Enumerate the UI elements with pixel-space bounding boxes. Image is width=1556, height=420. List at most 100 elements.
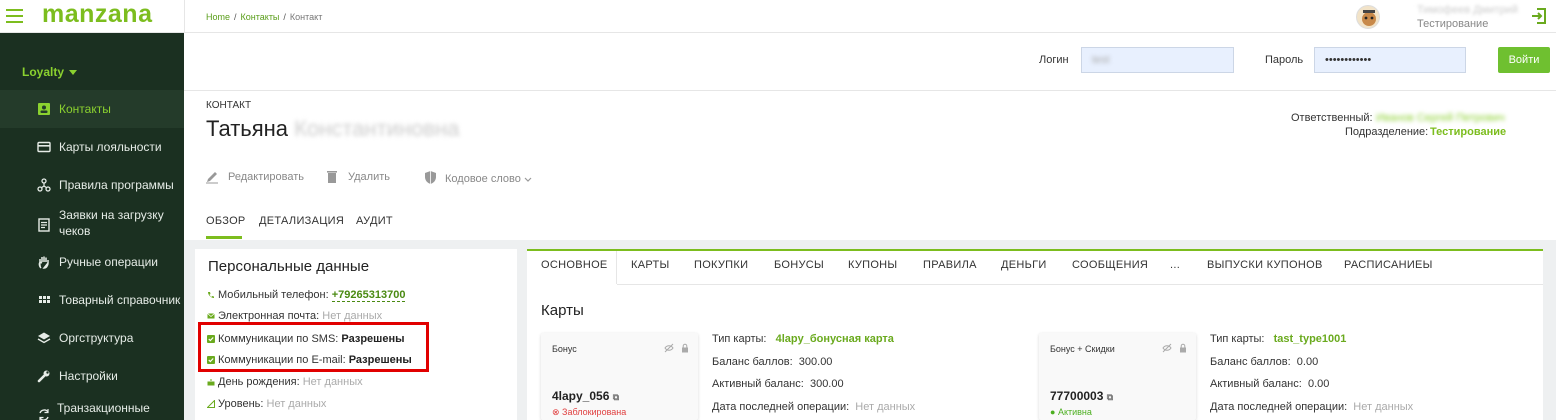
hamburger-menu-icon[interactable]	[6, 9, 23, 23]
breadcrumb-current: Контакт	[289, 12, 323, 22]
card-type-row: Тип карты: 4lapy_бонусная карта	[712, 333, 894, 345]
tab-messages[interactable]: СООБЩЕНИЯ	[1072, 259, 1148, 271]
level-row: Уровень: Нет данных	[207, 398, 326, 410]
password-input[interactable]: ••••••••••••	[1314, 47, 1466, 73]
receipt-icon	[38, 218, 50, 232]
contact-card-icon	[38, 103, 50, 115]
cards-section-title: Карты	[541, 302, 584, 319]
sidebar-item-product-catalog[interactable]: Товарный справочник	[0, 281, 184, 319]
app-logo[interactable]: manzana	[42, 0, 152, 28]
active-tab-indicator	[206, 236, 242, 239]
divider	[184, 0, 185, 33]
card-icon	[37, 141, 51, 153]
login-label: Логин	[1039, 54, 1069, 66]
tabs-divider	[617, 284, 1543, 285]
sidebar-item-receipt-requests[interactable]: Заявки на загрузку чеков	[0, 204, 184, 248]
sync-icon	[39, 409, 49, 420]
tab-audit[interactable]: АУДИТ	[356, 215, 393, 227]
card-type-link[interactable]: 4lapy_бонусная карта	[776, 333, 894, 345]
tab-bonuses[interactable]: БОНУСЫ	[774, 259, 824, 271]
tab-details[interactable]: ДЕТАЛИЗАЦИЯ	[259, 215, 344, 227]
sidebar-section-loyalty[interactable]: Loyalty	[0, 53, 184, 91]
divider	[184, 90, 1556, 91]
copy-icon: ⧉	[1106, 392, 1114, 402]
card-status: ⊗ Заблокирована	[552, 407, 627, 417]
phone-icon	[208, 292, 214, 299]
sidebar-item-transactional[interactable]: Транзакционные	[0, 395, 184, 420]
tab-schedules[interactable]: РАСПИСАНИЕЫ	[1344, 259, 1433, 271]
level-icon	[207, 400, 215, 409]
personal-data-title: Персональные данные	[208, 258, 370, 275]
card-status: ● Активна	[1050, 407, 1092, 417]
rules-icon	[37, 178, 51, 192]
phone-link[interactable]: +79265313700	[331, 289, 406, 302]
cake-icon	[207, 379, 215, 386]
sidebar-item-settings[interactable]: Настройки	[0, 357, 184, 395]
contact-name: Татьяна Константиновна	[206, 116, 460, 141]
contact-kicker: КОНТАКТ	[206, 100, 252, 111]
department-value[interactable]: Тестирование	[1430, 126, 1506, 138]
pencil-icon	[206, 172, 218, 184]
user-dept: Тестирование	[1417, 18, 1489, 30]
card-balance-row: Баланс баллов: 0.00	[1210, 356, 1319, 368]
card-last-op-row: Дата последней операции: Нет данных	[1210, 401, 1414, 413]
top-bar: manzana Home / Контакты / Контакт Тимофеев Д…	[0, 0, 1556, 33]
phone-row: Мобильный телефон: +79265313700	[207, 289, 406, 302]
sidebar-item-org-structure[interactable]: Оргструктура	[0, 319, 184, 357]
sidebar-item-loyalty-cards[interactable]: Карты лояльности	[0, 128, 184, 166]
sidebar: Loyalty Контакты Карты лояльности Правил…	[0, 33, 184, 420]
tab-more[interactable]: ...	[1170, 259, 1180, 271]
responsible-value[interactable]: Иванов Сергей Петрович	[1376, 112, 1505, 124]
edit-button[interactable]: Редактировать	[205, 170, 305, 186]
copy-icon: ⧉	[612, 392, 620, 402]
breadcrumb-contacts[interactable]: Контакты	[241, 12, 280, 22]
codeword-dropdown[interactable]: Кодовое слово	[424, 170, 539, 186]
wrench-icon	[37, 370, 50, 383]
login-button[interactable]: Войти	[1498, 47, 1550, 73]
email-row: Электронная почта: Нет данных	[207, 310, 382, 322]
card-type: Бонус	[552, 344, 577, 354]
user-name[interactable]: Тимофеев Дмитрий	[1417, 4, 1518, 16]
loyalty-card[interactable]: Бонус 4lapy_056 ⧉ ⊗ Заблокирована	[541, 333, 698, 420]
breadcrumb: Home / Контакты / Контакт	[206, 12, 323, 22]
birthday-row: День рождения: Нет данных	[207, 376, 363, 388]
password-label: Пароль	[1265, 54, 1304, 66]
tab-purchases[interactable]: ПОКУПКИ	[694, 259, 748, 271]
tab-money[interactable]: ДЕНЬГИ	[1001, 259, 1047, 271]
responsible-label: Ответственный:	[1291, 112, 1373, 124]
department-label: Подразделение:	[1345, 126, 1429, 138]
card-type-link[interactable]: tast_type1001	[1274, 333, 1347, 345]
card-number[interactable]: 77700003 ⧉	[1050, 389, 1113, 403]
sidebar-item-contacts[interactable]: Контакты	[0, 90, 184, 128]
logout-icon[interactable]	[1530, 7, 1548, 25]
hand-icon	[38, 256, 49, 269]
trash-icon	[327, 171, 337, 183]
tab-main[interactable]: ОСНОВНОЕ	[541, 259, 608, 271]
avatar[interactable]	[1356, 5, 1380, 29]
card-type: Бонус + Скидки	[1050, 344, 1115, 354]
card-type-row: Тип карты: tast_type1001	[1210, 333, 1347, 345]
delete-button[interactable]: Удалить	[326, 170, 396, 186]
chevron-down-icon	[524, 177, 532, 182]
tab-coupon-issues[interactable]: ВЫПУСКИ КУПОНОВ	[1207, 259, 1323, 271]
card-visibility-lock-icons	[1162, 343, 1186, 353]
highlight-box	[198, 322, 429, 372]
shield-icon	[425, 171, 436, 184]
sidebar-item-rules[interactable]: Правила программы	[0, 166, 184, 204]
chevron-down-icon	[69, 70, 78, 76]
card-visibility-lock-icons	[664, 343, 688, 353]
tab-overview[interactable]: ОБЗОР	[206, 215, 246, 227]
loyalty-card[interactable]: Бонус + Скидки 77700003 ⧉ ● Активна	[1039, 333, 1196, 420]
card-active-balance-row: Активный баланс: 0.00	[1210, 378, 1330, 390]
tab-rules[interactable]: ПРАВИЛА	[923, 259, 977, 271]
tab-cards[interactable]: КАРТЫ	[631, 259, 670, 271]
sidebar-item-manual-operations[interactable]: Ручные операции	[0, 243, 184, 281]
breadcrumb-home[interactable]: Home	[206, 12, 230, 22]
card-last-op-row: Дата последней операции: Нет данных	[712, 401, 916, 413]
tab-coupons[interactable]: КУПОНЫ	[848, 259, 897, 271]
card-number[interactable]: 4lapy_056 ⧉	[552, 389, 619, 403]
mail-icon	[207, 313, 215, 319]
grid-icon	[39, 296, 50, 303]
login-input[interactable]: test	[1081, 47, 1234, 73]
card-balance-row: Баланс баллов: 300.00	[712, 356, 833, 368]
